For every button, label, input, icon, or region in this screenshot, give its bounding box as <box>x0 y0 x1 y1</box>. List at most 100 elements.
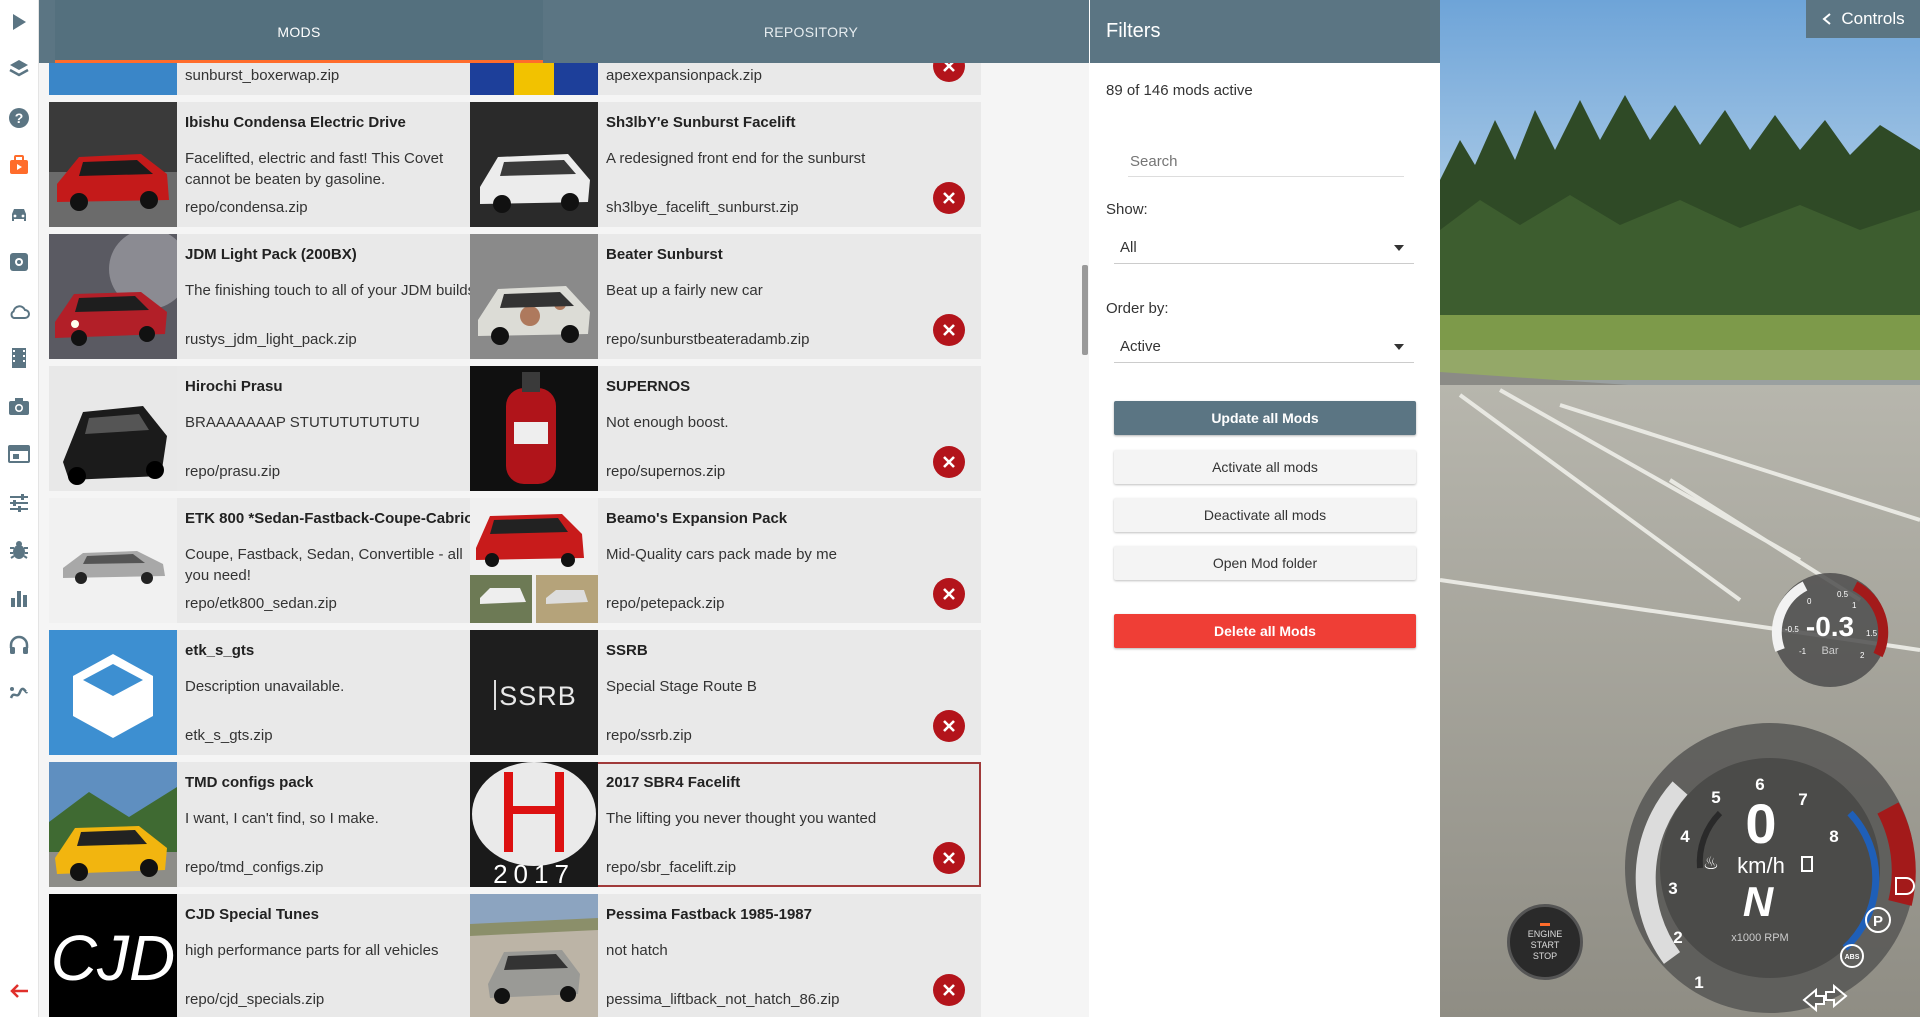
rpm-label: x1000 RPM <box>1731 932 1788 944</box>
remove-mod-button[interactable] <box>933 182 965 214</box>
rpm-tick-label: 2 <box>1673 928 1682 947</box>
drive-path-icon[interactable] <box>6 679 32 705</box>
mod-filename: repo/condensa.zip <box>185 199 308 216</box>
speed-rpm-gauge: 1 2 3 4 5 6 7 8 0 km/h N x1000 RPM ♨ P A… <box>1625 723 1916 1013</box>
scrollbar[interactable] <box>1082 265 1088 355</box>
mod-description: A redesigned front end for the sunburst <box>606 150 866 167</box>
close-icon <box>943 984 955 996</box>
mod-card[interactable]: Beamo's Expansion Pack Mid-Quality cars p… <box>470 498 981 623</box>
mod-thumbnail <box>470 102 598 227</box>
audio-headset-icon[interactable] <box>6 632 32 658</box>
close-icon <box>943 456 955 468</box>
svg-text:SSRB: SSRB <box>499 681 577 711</box>
boost-tick-label: 1.5 <box>1866 629 1878 638</box>
mod-card[interactable]: Sh3lbY'e Sunburst Facelift A redesigned f… <box>470 102 981 227</box>
mod-card[interactable]: Beater Sunburst Beat up a fairly new car r… <box>470 234 981 359</box>
search-input[interactable] <box>1128 146 1404 177</box>
coolant-temp-icon: ♨ <box>1703 853 1719 873</box>
deactivate-all-mods-button[interactable]: Deactivate all mods <box>1114 498 1416 532</box>
rpm-tick-label: 7 <box>1798 790 1807 809</box>
remove-mod-button[interactable] <box>933 710 965 742</box>
engine-label-line: START <box>1530 939 1560 950</box>
rpm-tick-label: 1 <box>1694 973 1703 992</box>
svg-text:?: ? <box>15 110 24 126</box>
engine-start-stop-button[interactable]: ENGINE START STOP <box>1507 904 1583 980</box>
help-icon[interactable]: ? <box>6 105 32 131</box>
mod-card[interactable]: SUPERNOS Not enough boost. repo/supernos.z… <box>470 366 981 491</box>
activate-all-mods-button[interactable]: Activate all mods <box>1114 450 1416 484</box>
mods-icon[interactable] <box>6 152 32 178</box>
mod-name: Ibishu Condensa Electric Drive <box>185 114 406 131</box>
mod-thumbnail <box>49 102 177 227</box>
boost-tick-label: -1 <box>1799 647 1807 656</box>
mod-description: Mid-Quality cars pack made by me <box>606 546 837 563</box>
controls-label: Controls <box>1841 9 1905 28</box>
debug-bug-icon[interactable] <box>6 537 32 563</box>
mod-name: SUPERNOS <box>606 378 691 395</box>
boost-unit: Bar <box>1821 645 1838 657</box>
mod-filename: etk_s_gts.zip <box>185 727 273 744</box>
mod-name: Beater Sunburst <box>606 246 723 263</box>
mod-description: Not enough boost. <box>606 414 729 431</box>
mod-name: Sh3lbY'e Sunburst Facelift <box>606 114 796 131</box>
abs-label: ABS <box>1845 954 1860 961</box>
delete-all-mods-button[interactable]: Delete all Mods <box>1114 614 1416 648</box>
mods-panel: Mods Repository sunburst_boxerwap.zip ape… <box>39 0 1089 1017</box>
mod-thumbnail: CJD <box>49 894 177 1017</box>
mod-filename: pessima_liftback_not_hatch_86.zip <box>606 991 840 1008</box>
order-label: Order by: <box>1106 300 1169 317</box>
order-select[interactable]: Active <box>1114 331 1414 363</box>
show-select[interactable]: All <box>1114 232 1414 264</box>
chevron-down-icon <box>1394 245 1404 251</box>
ui-apps-icon[interactable] <box>6 441 32 467</box>
remove-mod-button[interactable] <box>933 314 965 346</box>
filters-panel: Filters 89 of 146 mods active Show: All … <box>1090 0 1440 1017</box>
mod-filename: sh3lbye_facelift_sunburst.zip <box>606 199 799 216</box>
close-icon <box>943 720 955 732</box>
mod-filename: repo/prasu.zip <box>185 463 281 480</box>
vehicles-icon[interactable] <box>6 202 32 228</box>
mod-description: The lifting you never thought you wanted <box>606 810 877 827</box>
vehicle-config-icon[interactable] <box>6 249 32 275</box>
camera-icon[interactable] <box>6 393 32 419</box>
mod-thumbnail <box>470 498 598 623</box>
controls-button[interactable]: Controls <box>1806 0 1920 38</box>
rpm-tick-label: 5 <box>1711 788 1720 807</box>
cloud-icon[interactable] <box>6 298 32 324</box>
options-sliders-icon[interactable] <box>6 490 32 516</box>
mod-filename: repo/etk800_sedan.zip <box>185 595 337 612</box>
remove-mod-button[interactable] <box>933 842 965 874</box>
remove-mod-button[interactable] <box>933 446 965 478</box>
tab-repository-label: Repository <box>763 23 859 40</box>
layers-icon[interactable] <box>6 56 32 82</box>
remove-mod-button[interactable] <box>933 974 965 1006</box>
filters-title: Filters <box>1090 0 1440 63</box>
mod-thumbnail: SSRB <box>470 630 598 755</box>
update-all-mods-button[interactable]: Update all Mods <box>1114 401 1416 435</box>
close-icon <box>943 192 955 204</box>
mod-card[interactable]: 2017 2017 SBR4 Facelift The lifting you ne… <box>470 762 981 887</box>
mod-name: TMD configs pack <box>185 774 314 791</box>
speed-unit: km/h <box>1737 853 1785 878</box>
play-icon[interactable] <box>6 9 32 35</box>
mod-thumbnail <box>470 234 598 359</box>
game-viewport: Controls -0.3 Bar -1 -0.5 0 0.5 1 1.5 2 … <box>1440 0 1920 1017</box>
replay-film-icon[interactable] <box>6 345 32 371</box>
mod-card[interactable]: Pessima Fastback 1985-1987 not hatch pessi… <box>470 894 981 1017</box>
rpm-tick-label: 4 <box>1680 827 1690 846</box>
stats-chart-icon[interactable] <box>6 585 32 611</box>
mod-filename: repo/supernos.zip <box>606 463 726 480</box>
chevron-left-icon <box>1822 13 1831 25</box>
back-arrow-icon[interactable] <box>6 978 32 1004</box>
open-mod-folder-button[interactable]: Open Mod folder <box>1114 546 1416 580</box>
mod-card[interactable]: SSRB SSRB Special Stage Route B repo/ssrb.z… <box>470 630 981 755</box>
order-select-value: Active <box>1120 338 1161 355</box>
tab-repository[interactable]: Repository <box>543 0 1079 63</box>
mod-description: Beat up a fairly new car <box>606 282 763 299</box>
mod-filename: sunburst_boxerwap.zip <box>185 67 340 84</box>
mod-filename: repo/tmd_configs.zip <box>185 859 324 876</box>
svg-text:CJD: CJD <box>51 922 175 994</box>
remove-mod-button[interactable] <box>933 578 965 610</box>
mod-filename: apexexpansionpack.zip <box>606 67 762 84</box>
tab-mods[interactable]: Mods <box>55 0 543 63</box>
